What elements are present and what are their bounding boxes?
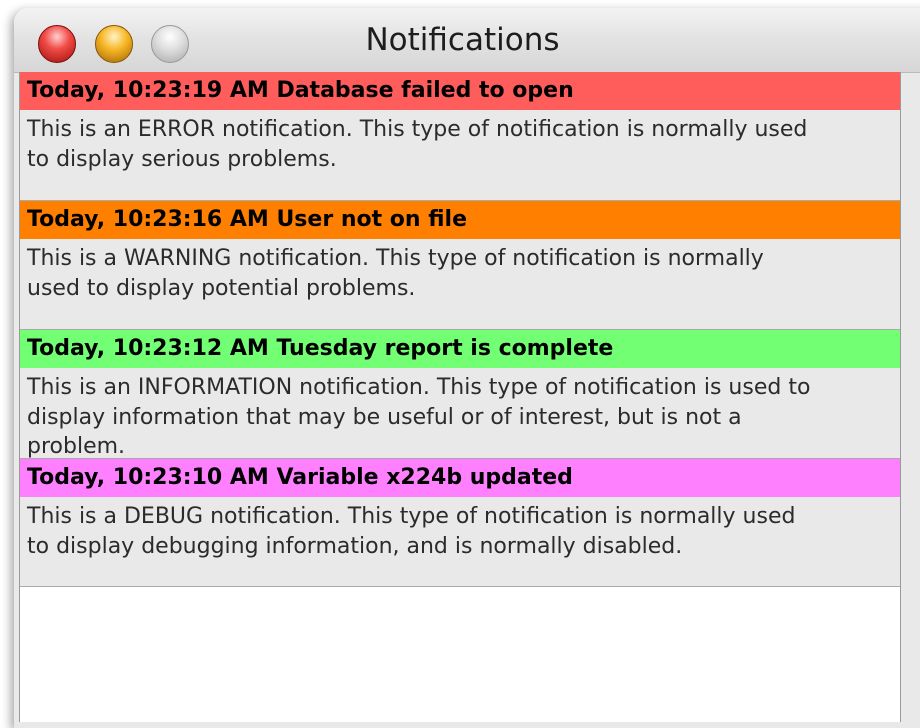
notification-body: This is a DEBUG notification. This type … bbox=[27, 504, 796, 559]
title-bar[interactable]: Notifications bbox=[14, 8, 920, 73]
notification-list-area[interactable]: Today, 10:23:19 AM Database failed to op… bbox=[19, 72, 901, 722]
notification-information[interactable]: Today, 10:23:12 AM Tuesday report is com… bbox=[20, 330, 900, 459]
notification-list: Today, 10:23:19 AM Database failed to op… bbox=[20, 72, 900, 587]
notification-body: This is a WARNING notification. This typ… bbox=[27, 246, 764, 301]
notification-header: Today, 10:23:10 AM Variable x224b update… bbox=[20, 459, 900, 497]
window-title: Notifications bbox=[365, 22, 560, 58]
notification-header: Today, 10:23:16 AM User not on file bbox=[20, 201, 900, 239]
notification-warning[interactable]: Today, 10:23:16 AM User not on file This… bbox=[20, 201, 900, 330]
notifications-window: Notifications Today, 10:23:19 AM Databas… bbox=[14, 8, 920, 728]
notification-body: This is an INFORMATION notification. Thi… bbox=[27, 375, 811, 459]
notification-error[interactable]: Today, 10:23:19 AM Database failed to op… bbox=[20, 72, 900, 201]
notification-header: Today, 10:23:19 AM Database failed to op… bbox=[20, 72, 900, 110]
notification-body: This is an ERROR notification. This type… bbox=[27, 117, 808, 172]
notification-header: Today, 10:23:12 AM Tuesday report is com… bbox=[20, 330, 900, 368]
notification-debug[interactable]: Today, 10:23:10 AM Variable x224b update… bbox=[20, 459, 900, 587]
